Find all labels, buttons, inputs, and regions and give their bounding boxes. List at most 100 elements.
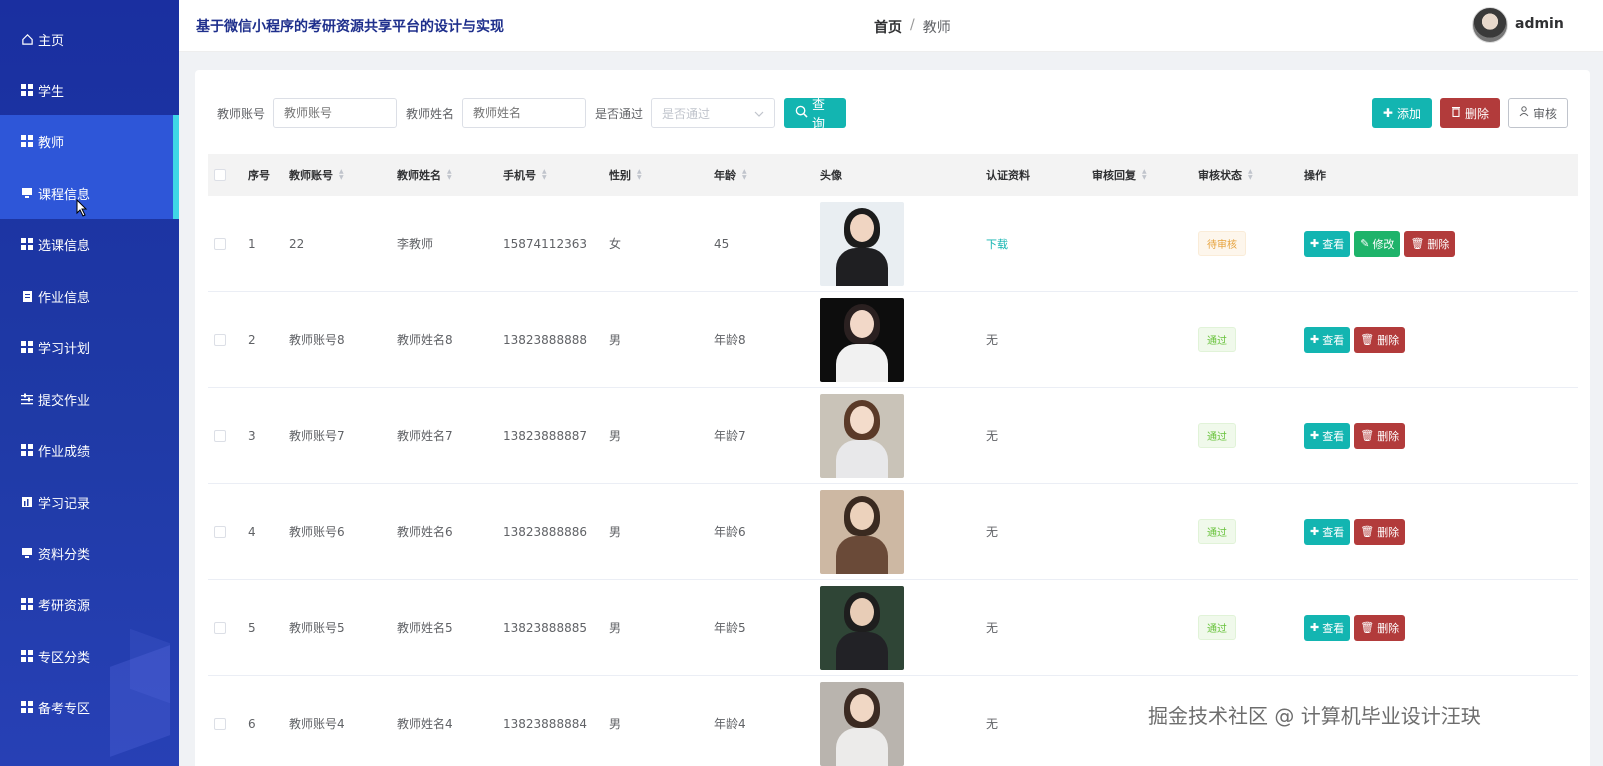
sidebar-item-homework[interactable]: 作业信息 — [0, 270, 179, 322]
delete-row-button[interactable]: 🗑 删除 — [1404, 230, 1456, 257]
sidebar-item-study-records[interactable]: 学习记录 — [0, 476, 179, 528]
sort-icon: ▲ ▼ — [339, 168, 344, 181]
gender: 女 — [609, 237, 622, 251]
query-button[interactable]: 查询 — [784, 98, 847, 132]
sidebar-item-teachers[interactable]: 教师 — [0, 115, 179, 167]
sidebar-item-label: 提交作业 — [38, 393, 91, 409]
add-button[interactable]: ✚ 添加 — [1371, 98, 1432, 128]
pass-select[interactable]: 是否通过 — [651, 98, 776, 128]
delete-row-button[interactable]: 🗑 删除 — [1354, 518, 1406, 545]
sidebar-item-students[interactable]: 学生 — [0, 64, 179, 116]
review-button[interactable]: 审核 — [1507, 98, 1568, 128]
sidebar-item-homework-scores[interactable]: 作业成绩 — [0, 424, 179, 476]
avatar[interactable] — [1472, 7, 1508, 43]
row-checkbox[interactable] — [208, 525, 248, 538]
breadcrumb-home[interactable]: 首页 — [874, 17, 902, 37]
cert-cell: 无 — [986, 619, 1092, 636]
sidebar-item-label: 备考专区 — [38, 701, 91, 717]
username[interactable]: admin — [1515, 16, 1564, 32]
delete-label: 删除 — [1464, 106, 1489, 121]
sidebar-item-study-plan[interactable]: 学习计划 — [0, 321, 179, 373]
status-badge: 待审核 — [1198, 231, 1246, 256]
name-search-input[interactable] — [462, 98, 587, 128]
monitor-icon — [20, 186, 34, 200]
teacher-photo[interactable] — [820, 201, 904, 286]
avatar-cell — [820, 297, 986, 382]
sidebar-item-prep-zone[interactable]: 备考专区 — [0, 681, 179, 733]
grid-icon — [20, 83, 34, 97]
teacher-account: 教师账号4 — [289, 717, 345, 731]
download-link[interactable]: 下载 — [986, 236, 1008, 252]
edit-button[interactable]: ✎ 修改 — [1354, 230, 1401, 257]
status-cell: 待审核 — [1198, 231, 1304, 256]
phone-number: 13823888884 — [503, 716, 587, 731]
column-header[interactable]: 教师姓名 ▲ ▼ — [397, 167, 503, 183]
column-header[interactable]: 审核状态 ▲ ▼ — [1198, 167, 1304, 183]
teacher-photo[interactable] — [820, 585, 904, 670]
row-checkbox[interactable] — [208, 333, 248, 346]
column-header[interactable]: 年龄 ▲ ▼ — [714, 167, 820, 183]
grid-icon — [20, 340, 34, 354]
query-label: 查询 — [812, 98, 826, 132]
phone-number: 13823888885 — [503, 620, 587, 635]
column-header[interactable]: 教师账号 ▲ ▼ — [289, 167, 397, 183]
account-search-input[interactable] — [273, 98, 398, 128]
age: 年龄5 — [714, 621, 746, 635]
plus-icon: ✚ — [1310, 237, 1320, 250]
sidebar-item-course-selection[interactable]: 选课信息 — [0, 218, 179, 270]
teacher-photo[interactable] — [820, 681, 904, 766]
column-header[interactable]: 审核回复 ▲ ▼ — [1092, 167, 1198, 183]
sidebar-item-material-category[interactable]: 资料分类 — [0, 527, 179, 579]
gender: 男 — [609, 333, 622, 347]
app-title: 基于微信小程序的考研资源共享平台的设计与实现 — [196, 19, 504, 35]
row-number: 6 — [248, 716, 256, 731]
home-icon — [20, 32, 34, 46]
teacher-table: 序号 教师账号 ▲ ▼ 教师姓名 ▲ ▼ 手机号 ▲ ▼ 性别 ▲ ▼ 年龄 ▲ ▼ 头像 认证资料… — [208, 154, 1578, 766]
sidebar-item-zone-category[interactable]: 专区分类 — [0, 630, 179, 682]
sidebar-item-courses[interactable]: 课程信息 — [0, 167, 179, 219]
sidebar-item-label: 学生 — [38, 84, 65, 100]
delete-row-button[interactable]: 🗑 删除 — [1354, 326, 1406, 353]
row-checkbox[interactable] — [208, 429, 248, 442]
review-label: 审核 — [1532, 106, 1557, 121]
view-button[interactable]: ✚ 查看 — [1304, 230, 1351, 257]
sidebar-item-home[interactable]: 主页 — [0, 13, 179, 65]
trash-icon: 🗑 — [1410, 237, 1425, 250]
cert-cell: 无 — [986, 331, 1092, 348]
view-button[interactable]: ✚ 查看 — [1304, 614, 1351, 641]
delete-button[interactable]: 删除 — [1439, 98, 1500, 128]
table-row: 5 教师账号5 教师姓名5 13823888885 男 年龄5 无 通过 ✚ 查看… — [208, 580, 1578, 676]
view-button[interactable]: ✚ 查看 — [1304, 422, 1351, 449]
gender: 男 — [609, 621, 622, 635]
view-button[interactable]: ✚ 查看 — [1304, 518, 1351, 545]
view-button[interactable]: ✚ 查看 — [1304, 326, 1351, 353]
table-row: 1 22 李教师 15874112363 女 45 下载 待审核 ✚ 查看 ✎ 修改 🗑… — [208, 196, 1578, 292]
teacher-photo[interactable] — [820, 297, 904, 382]
trash-icon: 🗑 — [1360, 525, 1375, 538]
operations-cell: ✚ 查看 🗑 删除 — [1304, 422, 1504, 449]
gender: 男 — [609, 429, 622, 443]
teacher-photo[interactable] — [820, 393, 904, 478]
plus-icon: ✚ — [1310, 525, 1320, 538]
sidebar: 主页 学生 教师 课程信息 选课信息 作业信息 学习计划 提交作业 作业成绩 学… — [0, 0, 179, 766]
column-header[interactable]: 手机号 ▲ ▼ — [503, 167, 609, 183]
column-header[interactable]: 性别 ▲ ▼ — [609, 167, 714, 183]
teacher-name: 教师姓名4 — [397, 717, 453, 731]
sidebar-item-submit-homework[interactable]: 提交作业 — [0, 373, 179, 425]
sort-icon: ▲ ▼ — [447, 168, 452, 181]
row-checkbox[interactable] — [208, 717, 248, 730]
status-badge: 通过 — [1198, 615, 1236, 640]
sidebar-item-exam-resources[interactable]: 考研资源 — [0, 578, 179, 630]
delete-row-button[interactable]: 🗑 删除 — [1354, 614, 1406, 641]
plus-icon: ✚ — [1382, 106, 1393, 120]
row-checkbox[interactable] — [208, 237, 248, 250]
row-checkbox[interactable] — [208, 621, 248, 634]
row-number: 1 — [248, 236, 256, 251]
edit-icon: ✎ — [1360, 237, 1370, 250]
select-all-checkbox[interactable] — [208, 169, 248, 181]
teacher-name: 教师姓名8 — [397, 333, 453, 347]
grid-icon — [20, 443, 34, 457]
delete-row-button[interactable]: 🗑 删除 — [1354, 422, 1406, 449]
account-label: 教师账号 — [217, 106, 266, 121]
teacher-photo[interactable] — [820, 489, 904, 574]
